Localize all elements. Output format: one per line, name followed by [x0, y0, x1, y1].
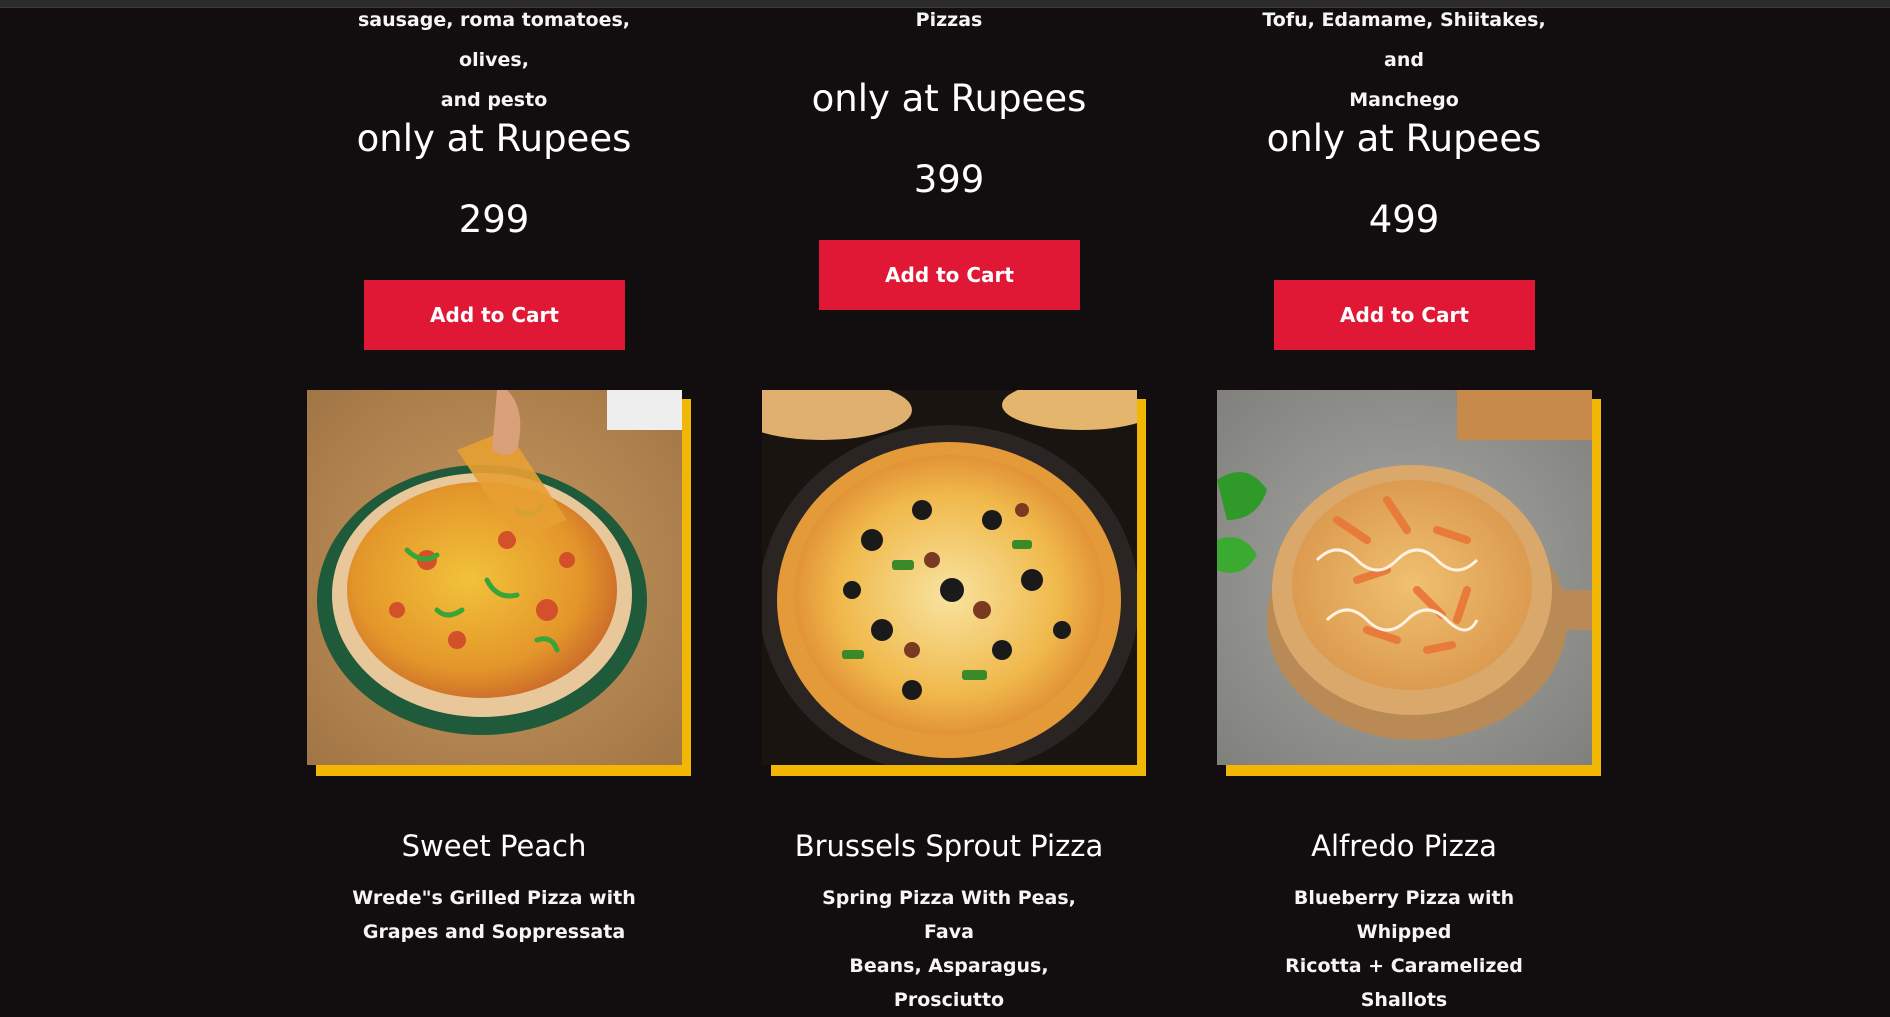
card-description-line: Manchego	[1349, 89, 1459, 111]
price-label: only at Rupees	[1266, 117, 1542, 160]
card-description-line: and pesto	[440, 89, 548, 111]
pizza-image-frame[interactable]	[1217, 390, 1601, 776]
pizza-description-line: Spring Pizza With Peas, Fava	[822, 887, 1076, 943]
card-description: Pizzas	[799, 0, 1099, 40]
card-description-line: Tofu, Edamame, Shiitakes, and	[1262, 9, 1546, 71]
price-label: only at Rupees	[356, 117, 632, 160]
pizza-title: Sweet Peach	[401, 829, 587, 863]
pizza-description-line: Blueberry Pizza with Whipped	[1293, 887, 1515, 943]
price-value: 299	[458, 198, 530, 241]
pizza-title: Brussels Sprout Pizza	[794, 829, 1104, 863]
card-description-line: Pizzas	[915, 9, 983, 31]
card-description-line: sausage, roma tomatoes, olives,	[357, 9, 631, 71]
price-value: 399	[913, 158, 985, 201]
pizza-description-line: Grapes and Soppressata	[362, 921, 626, 943]
pizza-image-frame[interactable]	[762, 390, 1146, 776]
card-description: Tofu, Edamame, Shiitakes, and Manchego	[1254, 0, 1554, 120]
pizza-description-line: Beans, Asparagus, Prosciutto	[849, 955, 1049, 1011]
price-value: 499	[1368, 198, 1440, 241]
pizza-photo-icon	[762, 390, 1137, 765]
add-to-cart-button[interactable]: Add to Cart	[1274, 280, 1535, 350]
pizza-title: Alfredo Pizza	[1311, 829, 1497, 863]
pizza-photo-icon	[307, 390, 682, 765]
card-description: sausage, roma tomatoes, olives, and pest…	[344, 0, 644, 120]
pizza-description: Wrede"s Grilled Pizza with Grapes and So…	[344, 881, 644, 949]
pizza-description: Blueberry Pizza with Whipped Ricotta + C…	[1254, 881, 1554, 1017]
add-to-cart-button[interactable]: Add to Cart	[364, 280, 625, 350]
pizza-photo-icon	[1217, 390, 1592, 765]
pizza-description-line: Ricotta + Caramelized Shallots	[1285, 955, 1523, 1011]
add-to-cart-button[interactable]: Add to Cart	[819, 240, 1080, 310]
price-label: only at Rupees	[811, 77, 1087, 120]
pizza-description: Spring Pizza With Peas, Fava Beans, Aspa…	[799, 881, 1099, 1017]
pizza-image-frame[interactable]	[307, 390, 691, 776]
pizza-description-line: Wrede"s Grilled Pizza with	[352, 887, 636, 909]
